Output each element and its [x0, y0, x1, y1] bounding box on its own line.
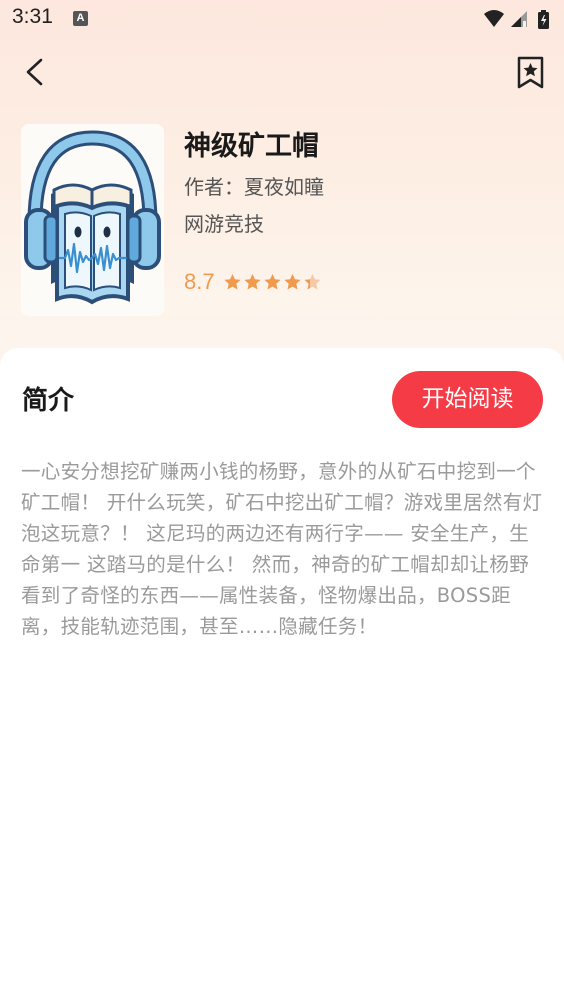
status-icons — [484, 10, 549, 29]
status-time: 3:31 — [12, 5, 53, 28]
star-icon — [243, 273, 261, 289]
star-icon — [223, 273, 241, 289]
audiobook-headphones-icon — [24, 130, 161, 305]
notification-badge: A — [73, 11, 88, 26]
rating-score: 8.7 — [184, 269, 215, 294]
rating-stars — [223, 273, 323, 292]
intro-heading: 简介 — [22, 386, 75, 416]
intro-text: 一心安分想挖矿赚两小钱的杨野，意外的从矿石中挖到一个矿工帽！ 开什么玩笑，矿石中… — [21, 460, 543, 638]
star-icon — [263, 273, 281, 289]
star-icon — [283, 273, 301, 289]
battery-icon — [538, 10, 549, 29]
status-bar: 3:31 A — [0, 0, 564, 38]
book-genre[interactable]: 网游竞技 — [184, 208, 264, 237]
book-cover[interactable] — [21, 124, 164, 316]
rating: 8.7 — [184, 268, 323, 296]
bookmark-star-icon — [517, 56, 544, 89]
book-author[interactable]: 作者：夏夜如瞳 — [184, 171, 324, 200]
start-reading-button[interactable]: 开始阅读 — [392, 371, 543, 428]
wifi-icon — [484, 10, 504, 27]
chevron-left-icon — [26, 58, 43, 86]
back-button[interactable] — [16, 52, 56, 92]
bookmark-button[interactable] — [512, 54, 550, 92]
intro-card — [0, 348, 564, 1004]
star-icon — [303, 273, 321, 289]
book-title: 神级矿工帽 — [184, 131, 319, 162]
cellular-signal-icon — [511, 11, 527, 27]
